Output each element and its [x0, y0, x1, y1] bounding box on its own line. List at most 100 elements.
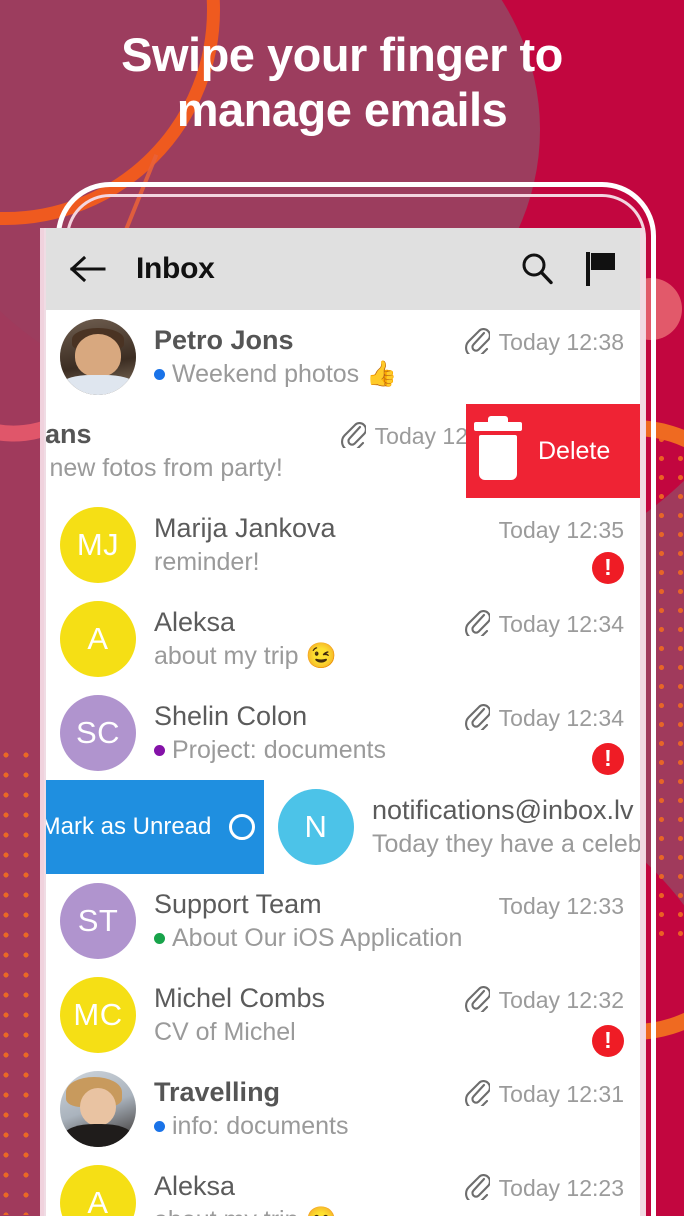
email-subject-text: info: documents: [172, 1111, 349, 1140]
email-meta-top: Today 12:33: [499, 893, 624, 920]
email-subject-text: CV of Michel: [154, 1017, 296, 1046]
email-sender: Support Team: [154, 888, 322, 919]
email-row[interactable]: ST Support Team About Our iOS Application T…: [46, 874, 640, 968]
circle-outline-icon: [229, 814, 256, 840]
email-sender: Travelling: [154, 1076, 281, 1107]
search-icon: [522, 253, 553, 285]
important-badge: !: [592, 551, 624, 584]
email-row-content[interactable]: ST Support Team About Our iOS Application T…: [60, 874, 624, 968]
email-row-content[interactable]: MJ Marija Jankova reminder! Today 12:35!: [60, 498, 624, 592]
attachment-icon: [340, 421, 367, 452]
email-row-meta: Today 12:23: [464, 1156, 624, 1216]
email-row[interactable]: MJ Marija Jankova reminder! Today 12:35!: [46, 498, 640, 592]
avatar[interactable]: A: [60, 1165, 136, 1216]
email-row-body: notifications@inbox.lv Today they have a …: [372, 795, 640, 859]
avatar[interactable]: MC: [60, 977, 136, 1053]
attachment-icon-wrap: [464, 326, 491, 359]
email-meta-top: Today 12:23: [464, 1172, 624, 1205]
email-subject: CV of Michel: [154, 1018, 458, 1048]
attachment-icon-wrap: [464, 608, 491, 641]
email-subject: About Our iOS Application: [154, 924, 493, 954]
email-row-content[interactable]: Petro Jons Weekend photos 👍 Today 12:38: [60, 310, 624, 404]
email-time: Today 12:34: [498, 704, 624, 731]
email-meta-top: Today 12:34: [464, 608, 624, 641]
avatar[interactable]: MJ: [60, 507, 136, 583]
avatar[interactable]: [60, 1071, 136, 1147]
email-subject-text: Weekend photos: [172, 359, 360, 388]
email-row-meta: Today 12:35!: [499, 498, 624, 592]
email-sender: Marija Jankova: [154, 512, 336, 543]
subject-emoji: 😉: [305, 641, 337, 670]
email-row-body: Michel Combs CV of Michel: [154, 983, 464, 1047]
app-bar: Inbox: [46, 228, 640, 310]
email-time: Today 12:34: [498, 610, 624, 637]
flag-button[interactable]: [584, 251, 618, 287]
email-subject-text: Project: documents: [172, 735, 386, 764]
email-time: Today 12:38: [498, 328, 624, 355]
email-time: Today 12:31: [498, 1080, 624, 1107]
email-sender: notifications@inbox.lv: [372, 794, 634, 825]
back-button[interactable]: [70, 255, 116, 283]
email-row-body: Support Team About Our iOS Application: [154, 889, 499, 953]
headline-line-1: Swipe your finger to: [121, 28, 563, 81]
swipe-action-mark-unread[interactable]: Mark as Unread: [46, 780, 264, 874]
email-row-content[interactable]: A Aleksa about my trip 😊 Today 12:23: [60, 1156, 624, 1216]
email-meta-top: Today 12:31: [464, 1078, 624, 1111]
email-meta-top: Today 12:32: [464, 984, 624, 1017]
avatar[interactable]: [60, 319, 136, 395]
arrow-left-icon: [70, 255, 106, 283]
email-row[interactable]: MC Michel Combs CV of Michel Today 12:32!: [46, 968, 640, 1062]
delete-label: Delete: [538, 436, 611, 465]
swipe-action-delete[interactable]: Delete: [466, 404, 640, 498]
email-subject: reminder!: [154, 548, 493, 578]
email-subject: about my trip 😊: [154, 1206, 458, 1216]
email-row[interactable]: A Aleksa about my trip 😊 Today 12:23: [46, 1156, 640, 1216]
mark-unread-label: Mark as Unread: [46, 813, 212, 840]
email-row-content[interactable]: JJansy new fotos from party!Today 12:36: [46, 404, 500, 498]
flag-icon: [586, 252, 615, 286]
email-row[interactable]: Petro Jons Weekend photos 👍 Today 12:38: [46, 310, 640, 404]
email-subject: Today they have a celebra: [372, 830, 640, 860]
email-row-meta: Today 12:38: [464, 310, 624, 404]
email-subject-text: Today they have a celebra: [372, 829, 640, 858]
email-row-content[interactable]: SC Shelin Colon Project: documents Today 12…: [60, 686, 624, 780]
email-sender: Petro Jons: [154, 324, 294, 355]
email-row[interactable]: Delete JJansy new fotos from party!Today …: [46, 404, 640, 498]
attachment-icon-wrap: [340, 420, 367, 453]
avatar[interactable]: N: [278, 789, 354, 865]
search-button[interactable]: [520, 252, 554, 286]
email-time: Today 12:32: [498, 986, 624, 1013]
attachment-icon: [464, 1079, 491, 1110]
attachment-icon-wrap: [464, 1172, 491, 1205]
avatar[interactable]: A: [60, 601, 136, 677]
email-row-content[interactable]: A Aleksa about my trip 😉 Today 12:34: [60, 592, 624, 686]
attachment-icon-wrap: [464, 1078, 491, 1111]
email-row-content[interactable]: MC Michel Combs CV of Michel Today 12:32!: [60, 968, 624, 1062]
category-dot: [154, 368, 165, 380]
avatar[interactable]: SC: [60, 695, 136, 771]
email-subject: about my trip 😉: [154, 642, 458, 672]
email-row[interactable]: SC Shelin Colon Project: documents Today 12…: [46, 686, 640, 780]
email-subject-text: About Our iOS Application: [172, 923, 463, 952]
email-subject-text: y new fotos from party!: [46, 453, 283, 482]
avatar[interactable]: ST: [60, 883, 136, 959]
email-row-meta: Today 12:31: [464, 1062, 624, 1156]
email-time: Today 12:23: [498, 1174, 624, 1201]
email-meta-top: Today 12:34: [464, 702, 624, 735]
attachment-icon-wrap: [464, 984, 491, 1017]
email-row-meta: Today 12:33: [499, 874, 624, 968]
promo-headline: Swipe your finger to manage emails: [0, 28, 684, 137]
email-row[interactable]: Travelling info: documents Today 12:31: [46, 1062, 640, 1156]
email-subject: Project: documents: [154, 736, 458, 766]
subject-emoji: 👍: [366, 359, 398, 388]
email-subject: info: documents: [154, 1112, 458, 1142]
email-row[interactable]: Mark as Unread Nnotifications@inbox.lv Tod…: [46, 780, 640, 874]
email-time: Today 12:33: [498, 892, 624, 919]
email-row-content[interactable]: Travelling info: documents Today 12:31: [60, 1062, 624, 1156]
email-sender: Aleksa: [154, 606, 236, 637]
email-row-meta: Today 12:34: [464, 592, 624, 686]
email-sender: Shelin Colon: [154, 700, 308, 731]
email-row[interactable]: A Aleksa about my trip 😉 Today 12:34: [46, 592, 640, 686]
email-row-content[interactable]: Nnotifications@inbox.lv Today they have a…: [278, 780, 640, 874]
email-row-body: Marija Jankova reminder!: [154, 513, 499, 577]
